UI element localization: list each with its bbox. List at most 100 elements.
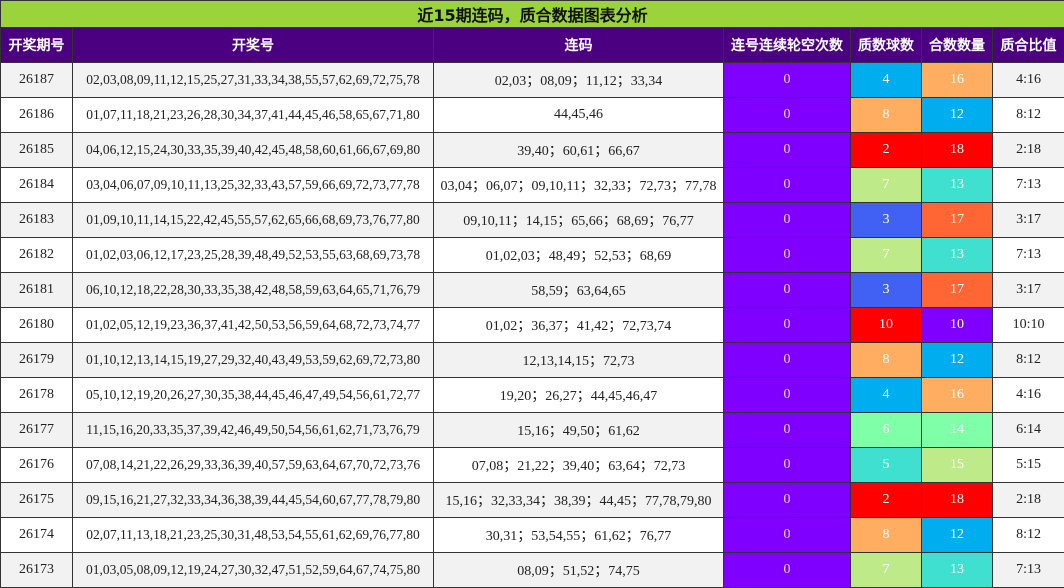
table-row: 2617301,03,05,08,09,12,19,24,27,30,32,47…: [1, 553, 1064, 588]
count-cell: 0: [724, 308, 851, 343]
count-cell: 0: [724, 413, 851, 448]
table-row: 2618201,02,03,06,12,17,23,25,28,39,48,49…: [1, 238, 1064, 273]
comp-count-cell: 17: [922, 273, 993, 308]
count-cell: 0: [724, 343, 851, 378]
comp-count-cell: 12: [922, 98, 993, 133]
count-cell: 0: [724, 518, 851, 553]
header-ratio: 质合比值: [993, 28, 1064, 63]
comp-count-cell: 13: [922, 238, 993, 273]
numbers-cell: 01,02,05,12,19,23,36,37,41,42,50,53,56,5…: [73, 308, 434, 343]
count-cell: 0: [724, 133, 851, 168]
lian-cell: 58,59；63,64,65: [434, 273, 724, 308]
header-comp: 合数数量: [922, 28, 993, 63]
prime-count-cell: 5: [851, 448, 922, 483]
table-row: 2618702,03,08,09,11,12,15,25,27,31,33,34…: [1, 63, 1064, 98]
table-row: 2618601,07,11,18,21,23,26,28,30,34,37,41…: [1, 98, 1064, 133]
prime-count-cell: 3: [851, 203, 922, 238]
lottery-analysis-table: 近15期连码，质合数据图表分析 开奖期号 开奖号 连码 连号连续轮空次数 质数球…: [0, 0, 1064, 588]
prime-count-cell: 7: [851, 553, 922, 588]
table-row: 2617805,10,12,19,20,26,27,30,35,38,44,45…: [1, 378, 1064, 413]
numbers-cell: 01,09,10,11,14,15,22,42,45,55,57,62,65,6…: [73, 203, 434, 238]
period-cell: 26175: [1, 483, 73, 518]
period-cell: 26178: [1, 378, 73, 413]
comp-count-cell: 13: [922, 168, 993, 203]
lian-cell: 19,20；26,27；44,45,46,47: [434, 378, 724, 413]
numbers-cell: 03,04,06,07,09,10,11,13,25,32,33,43,57,5…: [73, 168, 434, 203]
lian-cell: 30,31；53,54,55；61,62；76,77: [434, 518, 724, 553]
period-cell: 26181: [1, 273, 73, 308]
numbers-cell: 11,15,16,20,33,35,37,39,42,46,49,50,54,5…: [73, 413, 434, 448]
ratio-cell: 7:13: [993, 168, 1064, 203]
header-prime: 质数球数: [851, 28, 922, 63]
period-cell: 26182: [1, 238, 73, 273]
count-cell: 0: [724, 553, 851, 588]
lian-cell: 03,04；06,07；09,10,11；32,33；72,73；77,78: [434, 168, 724, 203]
comp-count-cell: 17: [922, 203, 993, 238]
numbers-cell: 01,02,03,06,12,17,23,25,28,39,48,49,52,5…: [73, 238, 434, 273]
prime-count-cell: 8: [851, 98, 922, 133]
period-cell: 26184: [1, 168, 73, 203]
period-cell: 26174: [1, 518, 73, 553]
comp-count-cell: 18: [922, 483, 993, 518]
period-cell: 26187: [1, 63, 73, 98]
table-row: 2617711,15,16,20,33,35,37,39,42,46,49,50…: [1, 413, 1064, 448]
ratio-cell: 8:12: [993, 518, 1064, 553]
ratio-cell: 3:17: [993, 273, 1064, 308]
ratio-cell: 3:17: [993, 203, 1064, 238]
table-row: 2617901,10,12,13,14,15,19,27,29,32,40,43…: [1, 343, 1064, 378]
lian-cell: 15,16；32,33,34；38,39；44,45；77,78,79,80: [434, 483, 724, 518]
period-cell: 26180: [1, 308, 73, 343]
ratio-cell: 7:13: [993, 553, 1064, 588]
numbers-cell: 02,07,11,13,18,21,23,25,30,31,48,53,54,5…: [73, 518, 434, 553]
count-cell: 0: [724, 63, 851, 98]
period-cell: 26185: [1, 133, 73, 168]
header-period: 开奖期号: [1, 28, 73, 63]
header-numbers: 开奖号: [73, 28, 434, 63]
prime-count-cell: 4: [851, 378, 922, 413]
prime-count-cell: 8: [851, 518, 922, 553]
ratio-cell: 2:18: [993, 133, 1064, 168]
ratio-cell: 8:12: [993, 343, 1064, 378]
ratio-cell: 4:16: [993, 63, 1064, 98]
ratio-cell: 8:12: [993, 98, 1064, 133]
count-cell: 0: [724, 203, 851, 238]
ratio-cell: 2:18: [993, 483, 1064, 518]
comp-count-cell: 15: [922, 448, 993, 483]
prime-count-cell: 10: [851, 308, 922, 343]
table-row: 2618504,06,12,15,24,30,33,35,39,40,42,45…: [1, 133, 1064, 168]
table-row: 2617607,08,14,21,22,26,29,33,36,39,40,57…: [1, 448, 1064, 483]
comp-count-cell: 10: [922, 308, 993, 343]
comp-count-cell: 12: [922, 343, 993, 378]
prime-count-cell: 2: [851, 133, 922, 168]
lian-cell: 12,13,14,15；72,73: [434, 343, 724, 378]
numbers-cell: 02,03,08,09,11,12,15,25,27,31,33,34,38,5…: [73, 63, 434, 98]
prime-count-cell: 6: [851, 413, 922, 448]
lian-cell: 01,02,03；48,49；52,53；68,69: [434, 238, 724, 273]
table-row: 2618301,09,10,11,14,15,22,42,45,55,57,62…: [1, 203, 1064, 238]
lian-cell: 07,08；21,22；39,40；63,64；72,73: [434, 448, 724, 483]
lian-cell: 15,16；49,50；61,62: [434, 413, 724, 448]
table-body: 2618702,03,08,09,11,12,15,25,27,31,33,34…: [1, 63, 1064, 588]
table-row: 2617402,07,11,13,18,21,23,25,30,31,48,53…: [1, 518, 1064, 553]
table-row: 2618106,10,12,18,22,28,30,33,35,38,42,48…: [1, 273, 1064, 308]
period-cell: 26186: [1, 98, 73, 133]
count-cell: 0: [724, 448, 851, 483]
period-cell: 26176: [1, 448, 73, 483]
numbers-cell: 04,06,12,15,24,30,33,35,39,40,42,45,48,5…: [73, 133, 434, 168]
period-cell: 26177: [1, 413, 73, 448]
numbers-cell: 05,10,12,19,20,26,27,30,35,38,44,45,46,4…: [73, 378, 434, 413]
lian-cell: 39,40；60,61；66,67: [434, 133, 724, 168]
count-cell: 0: [724, 378, 851, 413]
lian-cell: 02,03；08,09；11,12；33,34: [434, 63, 724, 98]
header-lian: 连码: [434, 28, 724, 63]
period-cell: 26179: [1, 343, 73, 378]
count-cell: 0: [724, 168, 851, 203]
prime-count-cell: 2: [851, 483, 922, 518]
prime-count-cell: 4: [851, 63, 922, 98]
comp-count-cell: 13: [922, 553, 993, 588]
prime-count-cell: 3: [851, 273, 922, 308]
table-row: 2617509,15,16,21,27,32,33,34,36,38,39,44…: [1, 483, 1064, 518]
count-cell: 0: [724, 238, 851, 273]
comp-count-cell: 18: [922, 133, 993, 168]
numbers-cell: 01,10,12,13,14,15,19,27,29,32,40,43,49,5…: [73, 343, 434, 378]
